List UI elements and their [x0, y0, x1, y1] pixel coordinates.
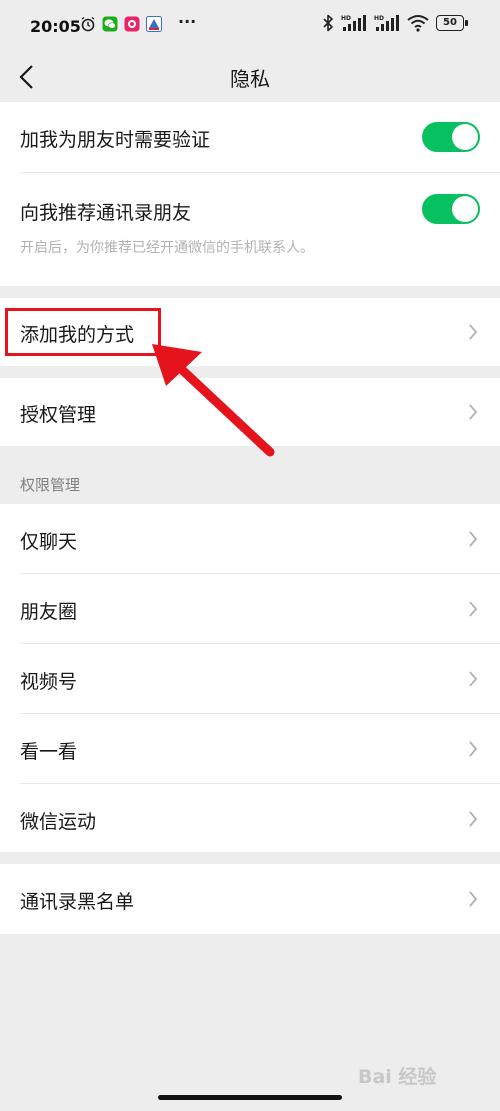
permission-row-top-stories[interactable]: 看一看 — [0, 714, 500, 784]
status-left-icons — [80, 16, 162, 32]
permission-label: 朋友圈 — [20, 601, 78, 623]
status-bar: 20:05 ··· HD HD 50 — [0, 0, 500, 52]
verify-friend-label: 加我为朋友时需要验证 — [20, 129, 211, 151]
chevron-right-icon — [469, 531, 478, 547]
friend-settings-group: 加我为朋友时需要验证 向我推荐通讯录朋友 开启后，为你推荐已经开通微信的手机联系… — [0, 102, 500, 286]
recommend-contacts-label: 向我推荐通讯录朋友 — [20, 202, 192, 224]
chevron-right-icon — [469, 891, 478, 907]
permission-label: 视频号 — [20, 671, 78, 693]
permission-row-channels[interactable]: 视频号 — [0, 644, 500, 714]
svg-text:HD: HD — [341, 15, 351, 22]
permission-label: 微信运动 — [20, 811, 97, 833]
status-right-icons: HD HD 50 — [322, 14, 468, 32]
wechat-icon — [102, 16, 118, 32]
blacklist-group: 通讯录黑名单 — [0, 864, 500, 934]
recommend-contacts-description: 开启后，为你推荐已经开通微信的手机联系人。 — [20, 240, 314, 256]
permissions-group: 仅聊天 朋友圈 视频号 看一看 微信运动 — [0, 504, 500, 852]
permissions-section-header: 权限管理 — [20, 476, 81, 494]
permission-label: 仅聊天 — [20, 531, 78, 553]
status-time: 20:05 — [30, 17, 81, 36]
authorization-group: 授权管理 — [0, 378, 500, 446]
chevron-right-icon — [469, 811, 478, 827]
bluetooth-icon — [323, 14, 333, 32]
battery-icon: 50 — [436, 15, 468, 31]
highlight-box — [5, 308, 161, 356]
permission-row-werun[interactable]: 微信运动 — [0, 784, 500, 852]
page-title: 隐私 — [230, 67, 270, 91]
permission-label: 看一看 — [20, 741, 78, 763]
svg-text:HD: HD — [374, 15, 384, 22]
watermark: Bai 经验 — [358, 1066, 437, 1088]
chevron-right-icon — [469, 671, 478, 687]
verify-friend-row: 加我为朋友时需要验证 — [0, 102, 500, 172]
home-indicator[interactable] — [158, 1095, 342, 1100]
hd-signal-icon: HD — [374, 15, 399, 31]
status-more-dots: ··· — [178, 12, 197, 31]
chevron-right-icon — [469, 741, 478, 757]
app2-icon — [146, 16, 162, 32]
authorization-label: 授权管理 — [20, 404, 97, 426]
recommend-contacts-row: 向我推荐通讯录朋友 开启后，为你推荐已经开通微信的手机联系人。 — [0, 173, 500, 286]
nav-bar: 隐私 — [0, 52, 500, 102]
recommend-contacts-toggle[interactable] — [422, 194, 480, 224]
blacklist-row[interactable]: 通讯录黑名单 — [0, 864, 500, 934]
wifi-icon — [407, 15, 429, 32]
chevron-right-icon — [469, 601, 478, 617]
toggle-knob — [452, 196, 478, 222]
chevron-right-icon — [469, 324, 478, 340]
verify-friend-toggle[interactable] — [422, 122, 480, 152]
hd-signal-icon: HD — [341, 15, 366, 31]
permission-row-moments[interactable]: 朋友圈 — [0, 574, 500, 644]
authorization-row[interactable]: 授权管理 — [0, 378, 500, 446]
toggle-knob — [452, 124, 478, 150]
chevron-right-icon — [469, 404, 478, 420]
blacklist-label: 通讯录黑名单 — [20, 891, 135, 913]
app-icon — [124, 16, 140, 32]
alarm-icon — [81, 16, 95, 32]
permission-row-chat-only[interactable]: 仅聊天 — [0, 504, 500, 574]
